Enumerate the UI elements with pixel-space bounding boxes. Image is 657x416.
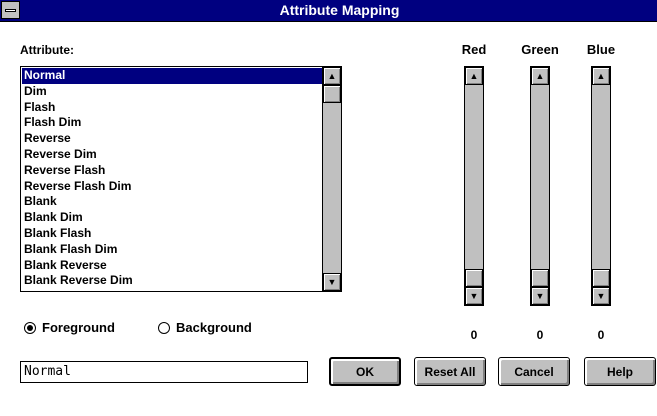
cancel-button[interactable]: Cancel [498,357,570,386]
blue-value: 0 [597,328,605,342]
scroll-down-button[interactable]: ▼ [323,273,341,291]
red-scroll-down-button[interactable]: ▼ [465,287,483,305]
background-radio[interactable]: Background [158,320,252,335]
attribute-item[interactable]: Blank Reverse Dim [22,273,322,289]
down-arrow-icon: ▼ [596,290,606,301]
background-label: Background [176,320,252,335]
foreground-label: Foreground [42,320,115,335]
blue-scroll-thumb[interactable] [592,269,610,287]
up-arrow-icon: ▲ [469,70,479,81]
help-button[interactable]: Help [584,357,656,386]
up-arrow-icon: ▲ [327,70,337,81]
down-arrow-icon: ▼ [535,290,545,301]
blue-scroll-down-button[interactable]: ▼ [592,287,610,305]
attribute-item[interactable]: Flash [22,100,322,116]
up-arrow-icon: ▲ [535,70,545,81]
attribute-item[interactable]: Reverse Flash Dim [22,179,322,195]
attribute-label: Attribute: [20,43,74,57]
foreground-radio-indicator [24,321,36,334]
green-scrollbar[interactable]: ▲ ▼ [530,66,550,306]
green-value: 0 [536,328,544,342]
attribute-list: Normal Dim Flash Flash Dim Reverse Reverse Di… [22,68,322,289]
blue-scroll-up-button[interactable]: ▲ [592,67,610,85]
attribute-item[interactable]: Blank Dim [22,210,322,226]
system-menu-icon[interactable] [1,1,20,19]
red-scroll-up-button[interactable]: ▲ [465,67,483,85]
scroll-thumb[interactable] [323,85,341,103]
red-scroll-thumb[interactable] [465,269,483,287]
attribute-listbox[interactable]: Normal Dim Flash Flash Dim Reverse Reverse Di… [20,66,342,292]
green-scroll-thumb[interactable] [531,269,549,287]
down-arrow-icon: ▼ [327,276,337,287]
foreground-radio[interactable]: Foreground [24,320,115,335]
scroll-up-button[interactable]: ▲ [323,67,341,85]
attribute-item[interactable]: Reverse Flash [22,163,322,179]
background-radio-indicator [158,321,170,334]
title-bar: Attribute Mapping [0,0,657,22]
green-header: Green [521,42,559,57]
reset-all-button[interactable]: Reset All [414,357,486,386]
attribute-item[interactable]: Blank Flash Dim [22,242,322,258]
attribute-name-field[interactable]: Normal [20,361,308,383]
ok-button[interactable]: OK [329,357,401,386]
attribute-item[interactable]: Blank Reverse [22,258,322,274]
blue-scrollbar[interactable]: ▲ ▼ [591,66,611,306]
attribute-item[interactable]: Blank Flash [22,226,322,242]
attribute-item[interactable]: Blank [22,194,322,210]
down-arrow-icon: ▼ [469,290,479,301]
up-arrow-icon: ▲ [596,70,606,81]
red-header: Red [461,42,487,57]
attribute-item[interactable]: Dim [22,84,322,100]
red-value: 0 [470,328,478,342]
red-scrollbar[interactable]: ▲ ▼ [464,66,484,306]
attribute-item[interactable]: Flash Dim [22,115,322,131]
window-title: Attribute Mapping [279,2,400,18]
blue-header: Blue [586,42,616,57]
attribute-item[interactable]: Reverse [22,131,322,147]
attribute-scrollbar[interactable]: ▲ ▼ [322,67,341,291]
green-scroll-up-button[interactable]: ▲ [531,67,549,85]
green-scroll-down-button[interactable]: ▼ [531,287,549,305]
attribute-item[interactable]: Normal [22,68,322,84]
attribute-item[interactable]: Reverse Dim [22,147,322,163]
